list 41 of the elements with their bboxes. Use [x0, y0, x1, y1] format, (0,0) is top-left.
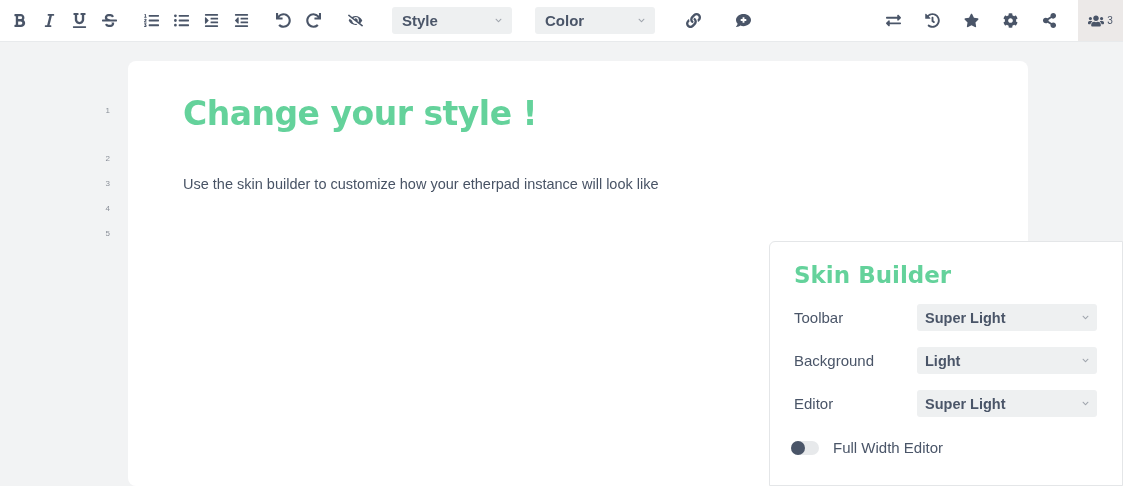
comment-plus-icon [735, 13, 751, 28]
strikethrough-icon [101, 13, 117, 28]
line-number: 3 [105, 179, 110, 190]
panel-title: Skin Builder [794, 262, 953, 288]
redo-icon [305, 13, 321, 28]
chevron-icon [495, 17, 502, 24]
users-button[interactable]: 3 [1078, 0, 1123, 41]
share-icon [1041, 13, 1057, 28]
numbered-list-icon [143, 13, 159, 28]
chevron-icon [1082, 357, 1089, 364]
field-label: Background [794, 352, 875, 369]
chevron-icon [1082, 400, 1089, 407]
link-icon [685, 13, 701, 28]
indent-icon [203, 13, 219, 28]
select-field[interactable]: Light [917, 347, 1097, 374]
bullet-list-icon [173, 13, 189, 28]
line-number: 1 [105, 106, 110, 117]
chevron-icon [638, 17, 645, 24]
field-label: Editor [794, 395, 834, 412]
field-label: Toolbar [794, 309, 844, 326]
chevron-icon [1082, 314, 1089, 321]
line-number: 5 [105, 229, 110, 240]
bold-icon [11, 13, 27, 28]
select-field[interactable]: Super Light [917, 390, 1097, 417]
arrows-icon [885, 13, 901, 28]
heading: Change your style ! [183, 93, 538, 133]
undo-icon [275, 13, 291, 28]
settings-icon [1002, 13, 1018, 28]
select-field[interactable]: Super Light [917, 304, 1097, 331]
line-number: 2 [105, 154, 110, 165]
eye-slash-icon [347, 13, 363, 28]
dropdown[interactable]: Color [535, 7, 655, 34]
line-number: 4 [105, 204, 110, 215]
history-icon [924, 13, 940, 28]
paragraph: Use the skin builder to customize how your etherpad instance will look like [183, 175, 659, 192]
toggle-label: Full Width Editor [833, 439, 944, 456]
underline-icon [71, 13, 87, 28]
outdent-icon [233, 13, 249, 28]
toggle-switch[interactable] [791, 440, 819, 455]
dropdown[interactable]: Style [392, 7, 512, 34]
star-icon [963, 13, 979, 28]
